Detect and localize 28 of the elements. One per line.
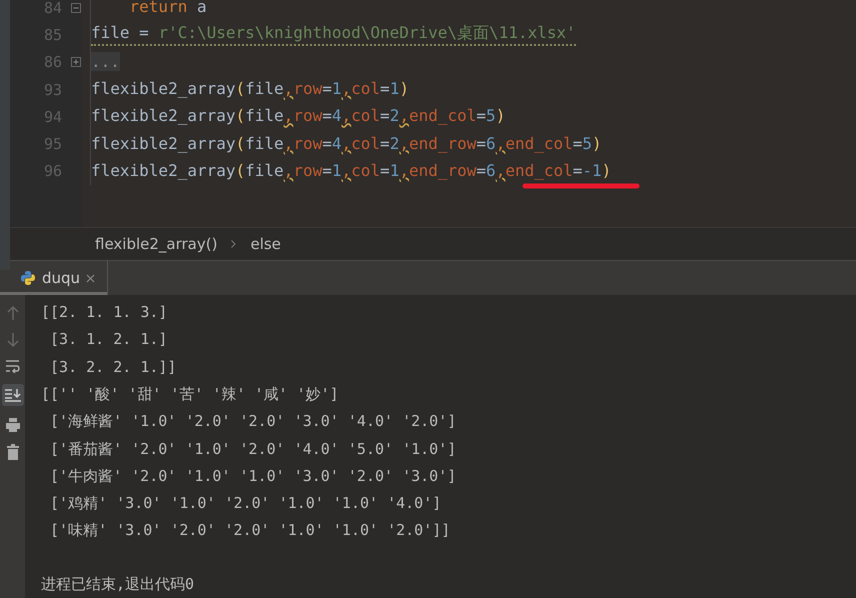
console-line: [3. 2. 2. 1.]]	[49, 356, 178, 378]
python-icon	[20, 270, 36, 286]
code-line: flexible2_array(file,row=1,col=1)	[91, 79, 409, 100]
console-line: ['牛肉酱' '2.0' '1.0' '1.0' '3.0' '2.0' '3.0']	[49, 466, 456, 487]
fold-plus-icon[interactable]	[71, 57, 81, 68]
code-line: return a	[128, 0, 207, 18]
console-line: 进程已结束,退出代码0	[41, 574, 196, 595]
trash-icon[interactable]	[6, 444, 20, 460]
run-tab[interactable]: duqu	[0, 261, 108, 296]
soft-wrap-icon[interactable]	[4, 359, 20, 374]
console-line: [['' '酸' '甜' '苦' '辣' '咸' '妙']	[41, 384, 340, 405]
code-line: flexible2_array(file,row=1,col=1,end_row=6,end_col=-1)	[91, 160, 612, 182]
console-line: ['味精' '3.0' '2.0' '2.0' '1.0' '1.0' '2.0']]	[49, 520, 452, 542]
console-line: [[2. 1. 1. 3.]	[41, 302, 168, 324]
breadcrumb-item[interactable]: flexible2_array()	[95, 235, 218, 254]
console-line: [3. 1. 2. 1.]	[49, 329, 168, 350]
console-line: ['鸡精' '3.0' '1.0' '2.0' '1.0' '1.0' '4.0']	[49, 493, 442, 514]
chevron-icon	[231, 240, 236, 248]
code-line: file = r'C:\Users\knighthood\OneDrive\桌面\11.xlsx'	[91, 23, 576, 46]
breadcrumb-item[interactable]: else	[250, 235, 281, 254]
close-icon[interactable]	[86, 274, 96, 283]
code-line: flexible2_array(file,row=4,col=2,end_row=6,end_col=5)	[91, 134, 602, 155]
console-line: ['番茄酱' '2.0' '1.0' '2.0' '4.0' '5.0' '1.0']	[49, 438, 456, 460]
fold-minus-icon[interactable]	[71, 2, 81, 13]
console-line: ['海鲜酱' '1.0' '2.0' '2.0' '3.0' '4.0' '2.0']	[49, 411, 456, 432]
scroll-to-end-button[interactable]	[2, 384, 24, 406]
code-line: flexible2_array(file,row=4,col=2,end_col=5)	[91, 106, 506, 128]
print-icon[interactable]	[4, 417, 20, 434]
